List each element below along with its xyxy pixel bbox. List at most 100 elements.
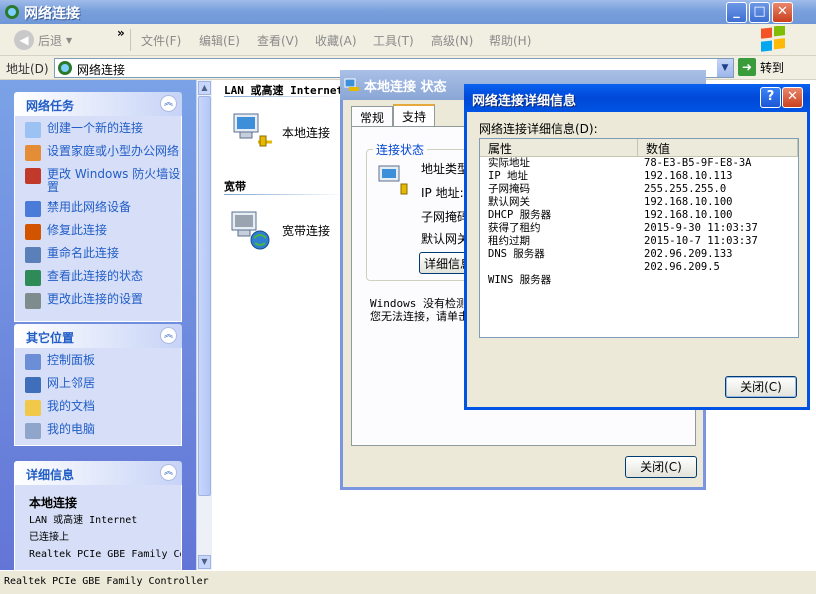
main-window-titlebar[interactable]: 网络连接 _ □ ✕ bbox=[0, 0, 816, 24]
place-my-computer[interactable]: 我的电脑 bbox=[25, 423, 181, 439]
place-my-documents[interactable]: 我的文档 bbox=[25, 400, 181, 416]
disable-device-icon bbox=[25, 201, 41, 217]
settings-checklist-icon bbox=[25, 293, 41, 309]
list-item[interactable]: 子网掩码 255.255.255.0 bbox=[480, 183, 798, 196]
task-pane: 网络任务 ︽ 创建一个新的连接 设置家庭或小型办公网络 更改 Windows 防… bbox=[0, 80, 196, 570]
list-rows: 实际地址 78-E3-B5-9F-E8-3A IP 地址 192.168.10.113… bbox=[480, 157, 798, 287]
details-dialog-title: 网络连接详细信息 bbox=[472, 94, 577, 109]
repair-wrench-icon bbox=[25, 224, 41, 240]
windows-logo-icon bbox=[761, 26, 785, 52]
repair-note: Windows 没有检测到此连接的问题。 您无法连接，请单击"修复"。 bbox=[370, 297, 470, 323]
back-arrow-icon: ◀ bbox=[14, 30, 34, 50]
task-label: 修复此连接 bbox=[47, 223, 108, 237]
details-list-view[interactable]: 属性 数值 实际地址 78-E3-B5-9F-E8-3A IP 地址 192.168.… bbox=[479, 138, 799, 338]
task-label: 设置家庭或小型办公网络 bbox=[47, 144, 180, 158]
task-change-settings[interactable]: 更改此连接的设置 bbox=[25, 293, 181, 309]
task-firewall-settings[interactable]: 更改 Windows 防火墙设置 bbox=[25, 168, 181, 194]
other-places-panel: 其它位置 ︽ 控制面板 网上邻居 我的文档 我的电脑 bbox=[14, 324, 182, 446]
task-repair-connection[interactable]: 修复此连接 bbox=[25, 224, 181, 240]
connection-status-legend: 连接状态 bbox=[376, 143, 425, 157]
column-header-value[interactable]: 数值 bbox=[638, 139, 798, 156]
place-network-neighborhood[interactable]: 网上邻居 bbox=[25, 377, 181, 393]
details-dialog-titlebar[interactable]: 网络连接详细信息 ? ✕ bbox=[464, 84, 810, 112]
value-cell: 192.168.10.100 bbox=[644, 196, 733, 208]
go-button[interactable]: ➜ 转到 bbox=[738, 58, 784, 76]
new-connection-icon bbox=[25, 122, 41, 138]
scrollbar-thumb[interactable] bbox=[198, 96, 211, 496]
task-label: 更改 Windows 防火墙设置 bbox=[47, 167, 181, 194]
details-device-name: Realtek PCIe GBE Family Controller bbox=[29, 549, 181, 560]
list-item[interactable]: 202.96.209.5 bbox=[480, 261, 798, 274]
value-cell: 78-E3-B5-9F-E8-3A bbox=[644, 157, 752, 169]
broadband-connection-icon bbox=[231, 211, 270, 250]
menu-help[interactable]: 帮助(H) bbox=[489, 32, 531, 49]
menu-advanced[interactable]: 高级(N) bbox=[431, 32, 473, 49]
toolbar-overflow-chevron[interactable]: » bbox=[117, 26, 125, 40]
network-tasks-panel: 网络任务 ︽ 创建一个新的连接 设置家庭或小型办公网络 更改 Windows 防… bbox=[14, 92, 182, 322]
go-label: 转到 bbox=[760, 60, 785, 75]
task-label: 更改此连接的设置 bbox=[47, 292, 144, 306]
back-button[interactable]: ◀ 后退 ▼ bbox=[14, 30, 72, 50]
broadband-connection-label: 宽带连接 bbox=[282, 223, 331, 238]
details-close-button[interactable]: 关闭(C) bbox=[725, 376, 797, 398]
menu-edit[interactable]: 编辑(E) bbox=[199, 32, 240, 49]
place-label: 网上邻居 bbox=[47, 376, 96, 390]
list-header: 属性 数值 bbox=[480, 139, 798, 157]
value-cell: 2015-10-7 11:03:37 bbox=[644, 235, 758, 247]
menu-favorites[interactable]: 收藏(A) bbox=[315, 32, 357, 49]
value-cell: 202.96.209.133 bbox=[644, 248, 733, 260]
collapse-icon[interactable]: ︽ bbox=[160, 464, 177, 481]
task-view-status[interactable]: 查看此连接的状态 bbox=[25, 270, 181, 286]
menu-view[interactable]: 查看(V) bbox=[257, 32, 299, 49]
list-item[interactable]: IP 地址 192.168.10.113 bbox=[480, 170, 798, 183]
details-list-label: 网络连接详细信息(D): bbox=[479, 122, 598, 136]
menu-file[interactable]: 文件(F) bbox=[141, 32, 181, 49]
list-item[interactable]: DHCP 服务器 192.168.10.100 bbox=[480, 209, 798, 222]
minimize-button[interactable]: _ bbox=[726, 2, 747, 23]
my-documents-folder-icon bbox=[25, 400, 41, 416]
panel-title: 其它位置 bbox=[26, 331, 75, 345]
details-header[interactable]: 详细信息 ︽ bbox=[14, 461, 182, 485]
task-rename-connection[interactable]: 重命名此连接 bbox=[25, 247, 181, 263]
status-icon bbox=[25, 270, 41, 286]
menu-tools[interactable]: 工具(T) bbox=[373, 32, 414, 49]
broadband-connection-item[interactable]: 宽带连接 bbox=[228, 208, 330, 252]
place-label: 控制面板 bbox=[47, 353, 96, 367]
list-item[interactable]: 默认网关 192.168.10.100 bbox=[480, 196, 798, 209]
list-item[interactable]: DNS 服务器 202.96.209.133 bbox=[480, 248, 798, 261]
property-cell: WINS 服务器 bbox=[488, 274, 552, 286]
list-item[interactable]: 实际地址 78-E3-B5-9F-E8-3A bbox=[480, 157, 798, 170]
lan-connection-icon bbox=[378, 165, 408, 195]
place-control-panel[interactable]: 控制面板 bbox=[25, 354, 181, 370]
network-tasks-header[interactable]: 网络任务 ︽ bbox=[14, 92, 182, 116]
task-label: 创建一个新的连接 bbox=[47, 121, 144, 135]
other-places-header[interactable]: 其它位置 ︽ bbox=[14, 324, 182, 348]
lan-connection-item[interactable]: 本地连接 bbox=[228, 110, 330, 154]
status-close-button[interactable]: 关闭(C) bbox=[625, 456, 697, 478]
collapse-icon[interactable]: ︽ bbox=[160, 327, 177, 344]
address-dropdown-icon[interactable]: ▼ bbox=[717, 59, 733, 77]
task-disable-device[interactable]: 禁用此网络设备 bbox=[25, 201, 181, 217]
task-create-connection[interactable]: 创建一个新的连接 bbox=[25, 122, 181, 138]
list-item[interactable]: WINS 服务器 bbox=[480, 274, 798, 287]
task-pane-scrollbar[interactable]: ▲ ▼ bbox=[196, 80, 212, 570]
list-item[interactable]: 租约过期 2015-10-7 11:03:37 bbox=[480, 235, 798, 248]
column-header-property[interactable]: 属性 bbox=[480, 139, 638, 156]
back-label: 后退 bbox=[38, 33, 63, 48]
scroll-down-icon[interactable]: ▼ bbox=[198, 555, 211, 569]
maximize-button[interactable]: □ bbox=[749, 2, 770, 23]
place-label: 我的文档 bbox=[47, 399, 96, 413]
close-window-button[interactable]: ✕ bbox=[772, 2, 793, 23]
help-button[interactable]: ? bbox=[760, 87, 781, 108]
address-label: 地址(D) bbox=[6, 62, 49, 76]
status-bar: Realtek PCIe GBE Family Controller bbox=[0, 570, 816, 594]
my-computer-icon bbox=[25, 423, 41, 439]
close-dialog-button[interactable]: ✕ bbox=[782, 87, 803, 108]
scroll-up-icon[interactable]: ▲ bbox=[198, 81, 211, 95]
value-cell: 255.255.255.0 bbox=[644, 183, 727, 195]
panel-title: 详细信息 bbox=[26, 468, 75, 482]
collapse-icon[interactable]: ︽ bbox=[160, 95, 177, 112]
list-item[interactable]: 获得了租约 2015-9-30 11:03:37 bbox=[480, 222, 798, 235]
value-cell: 192.168.10.100 bbox=[644, 209, 733, 221]
task-setup-home-network[interactable]: 设置家庭或小型办公网络 bbox=[25, 145, 181, 161]
